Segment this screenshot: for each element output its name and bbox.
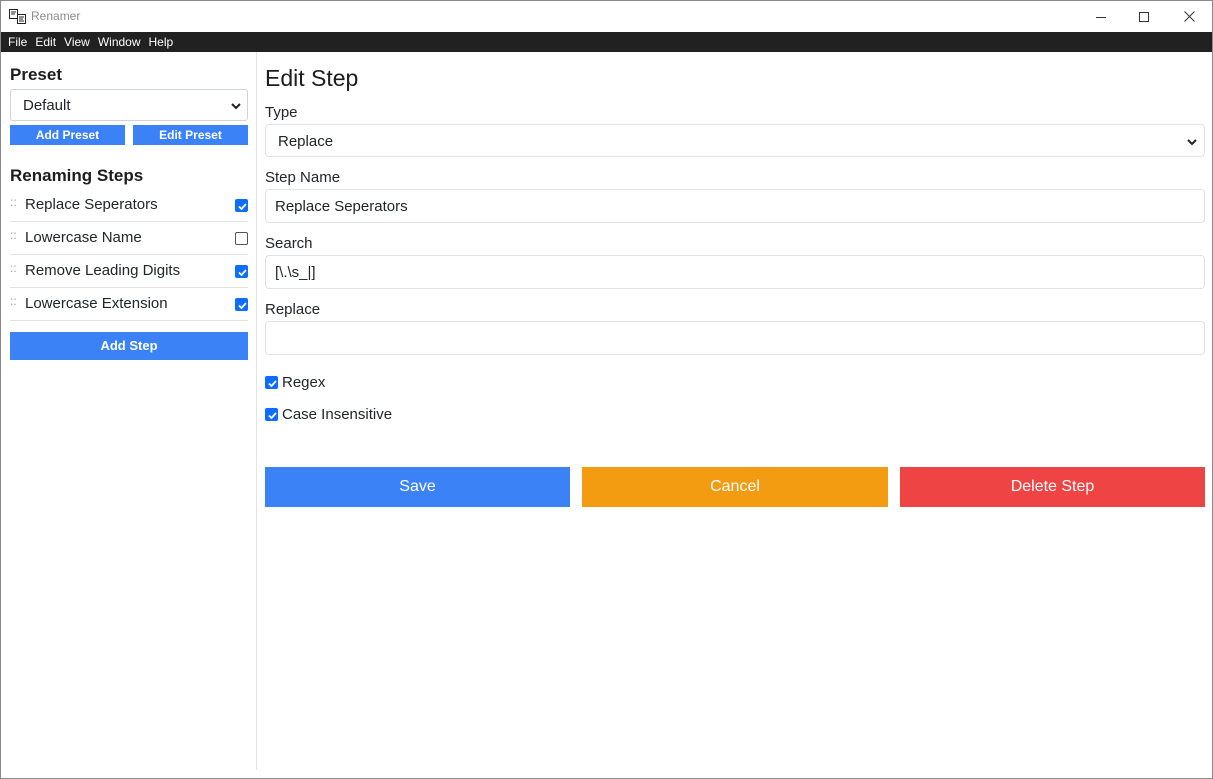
menu-help[interactable]: Help xyxy=(145,32,178,52)
case-insensitive-label: Case Insensitive xyxy=(282,406,393,423)
preset-select[interactable]: Default xyxy=(10,89,248,121)
type-select[interactable]: Replace xyxy=(265,124,1205,157)
type-selected-value: Replace xyxy=(278,133,334,150)
close-button[interactable] xyxy=(1166,1,1212,32)
step-label: Remove Leading Digits xyxy=(25,262,181,279)
minimize-icon xyxy=(1096,16,1106,18)
title-bar[interactable]: Renamer xyxy=(1,1,1212,32)
page-title: Edit Step xyxy=(265,65,359,91)
step-item[interactable]: :: Remove Leading Digits xyxy=(10,255,248,288)
preset-selected-value: Default xyxy=(23,97,71,114)
app-window: Renamer File Edit View Window Help Prese… xyxy=(0,0,1213,779)
add-preset-button[interactable]: Add Preset xyxy=(10,125,125,145)
step-item[interactable]: :: Lowercase Extension xyxy=(10,288,248,321)
regex-checkbox[interactable] xyxy=(265,376,278,389)
menu-view[interactable]: View xyxy=(60,32,94,52)
step-label: Lowercase Name xyxy=(25,229,142,246)
menu-file[interactable]: File xyxy=(4,32,31,52)
type-label: Type xyxy=(265,104,298,121)
step-item[interactable]: :: Lowercase Name xyxy=(10,222,248,255)
app-icon xyxy=(9,8,26,24)
maximize-icon xyxy=(1139,11,1149,22)
step-name-input[interactable]: Replace Seperators xyxy=(265,189,1205,223)
minimize-button[interactable] xyxy=(1078,1,1124,32)
drag-handle-icon[interactable]: :: xyxy=(10,294,17,308)
step-label: Replace Seperators xyxy=(25,196,158,213)
replace-input[interactable] xyxy=(265,321,1205,355)
chevron-down-icon xyxy=(1186,135,1198,153)
save-button[interactable]: Save xyxy=(265,467,570,507)
replace-label: Replace xyxy=(265,301,321,318)
menu-bar: File Edit View Window Help xyxy=(1,32,1212,52)
drag-handle-icon[interactable]: :: xyxy=(10,228,17,242)
step-name-label: Step Name xyxy=(265,169,341,186)
step-enabled-checkbox[interactable] xyxy=(235,232,248,245)
search-value: [\.\s_|] xyxy=(275,264,316,281)
chevron-down-icon xyxy=(230,99,242,117)
step-enabled-checkbox[interactable] xyxy=(235,265,248,278)
step-label: Lowercase Extension xyxy=(25,295,168,312)
renaming-steps-heading: Renaming Steps xyxy=(10,166,144,185)
delete-step-button[interactable]: Delete Step xyxy=(900,467,1205,507)
search-label: Search xyxy=(265,235,313,252)
step-enabled-checkbox[interactable] xyxy=(235,298,248,311)
regex-label: Regex xyxy=(282,374,326,391)
search-input[interactable]: [\.\s_|] xyxy=(265,255,1205,289)
drag-handle-icon[interactable]: :: xyxy=(10,195,17,209)
menu-edit[interactable]: Edit xyxy=(31,32,60,52)
close-icon xyxy=(1183,11,1195,22)
edit-step-panel: Edit Step Type Replace Step Name Replace… xyxy=(265,52,1205,770)
step-name-value: Replace Seperators xyxy=(275,198,408,215)
sidebar: Preset Default Add Preset Edit Preset Re… xyxy=(1,52,257,770)
window-title: Renamer xyxy=(31,9,81,23)
case-insensitive-checkbox[interactable] xyxy=(265,408,278,421)
edit-preset-button[interactable]: Edit Preset xyxy=(133,125,248,145)
step-item[interactable]: :: Replace Seperators xyxy=(10,189,248,222)
cancel-button[interactable]: Cancel xyxy=(582,467,888,507)
drag-handle-icon[interactable]: :: xyxy=(10,261,17,275)
step-enabled-checkbox[interactable] xyxy=(235,199,248,212)
add-step-button[interactable]: Add Step xyxy=(10,332,248,360)
maximize-button[interactable] xyxy=(1121,1,1167,32)
menu-window[interactable]: Window xyxy=(94,32,145,52)
preset-heading: Preset xyxy=(10,65,62,84)
